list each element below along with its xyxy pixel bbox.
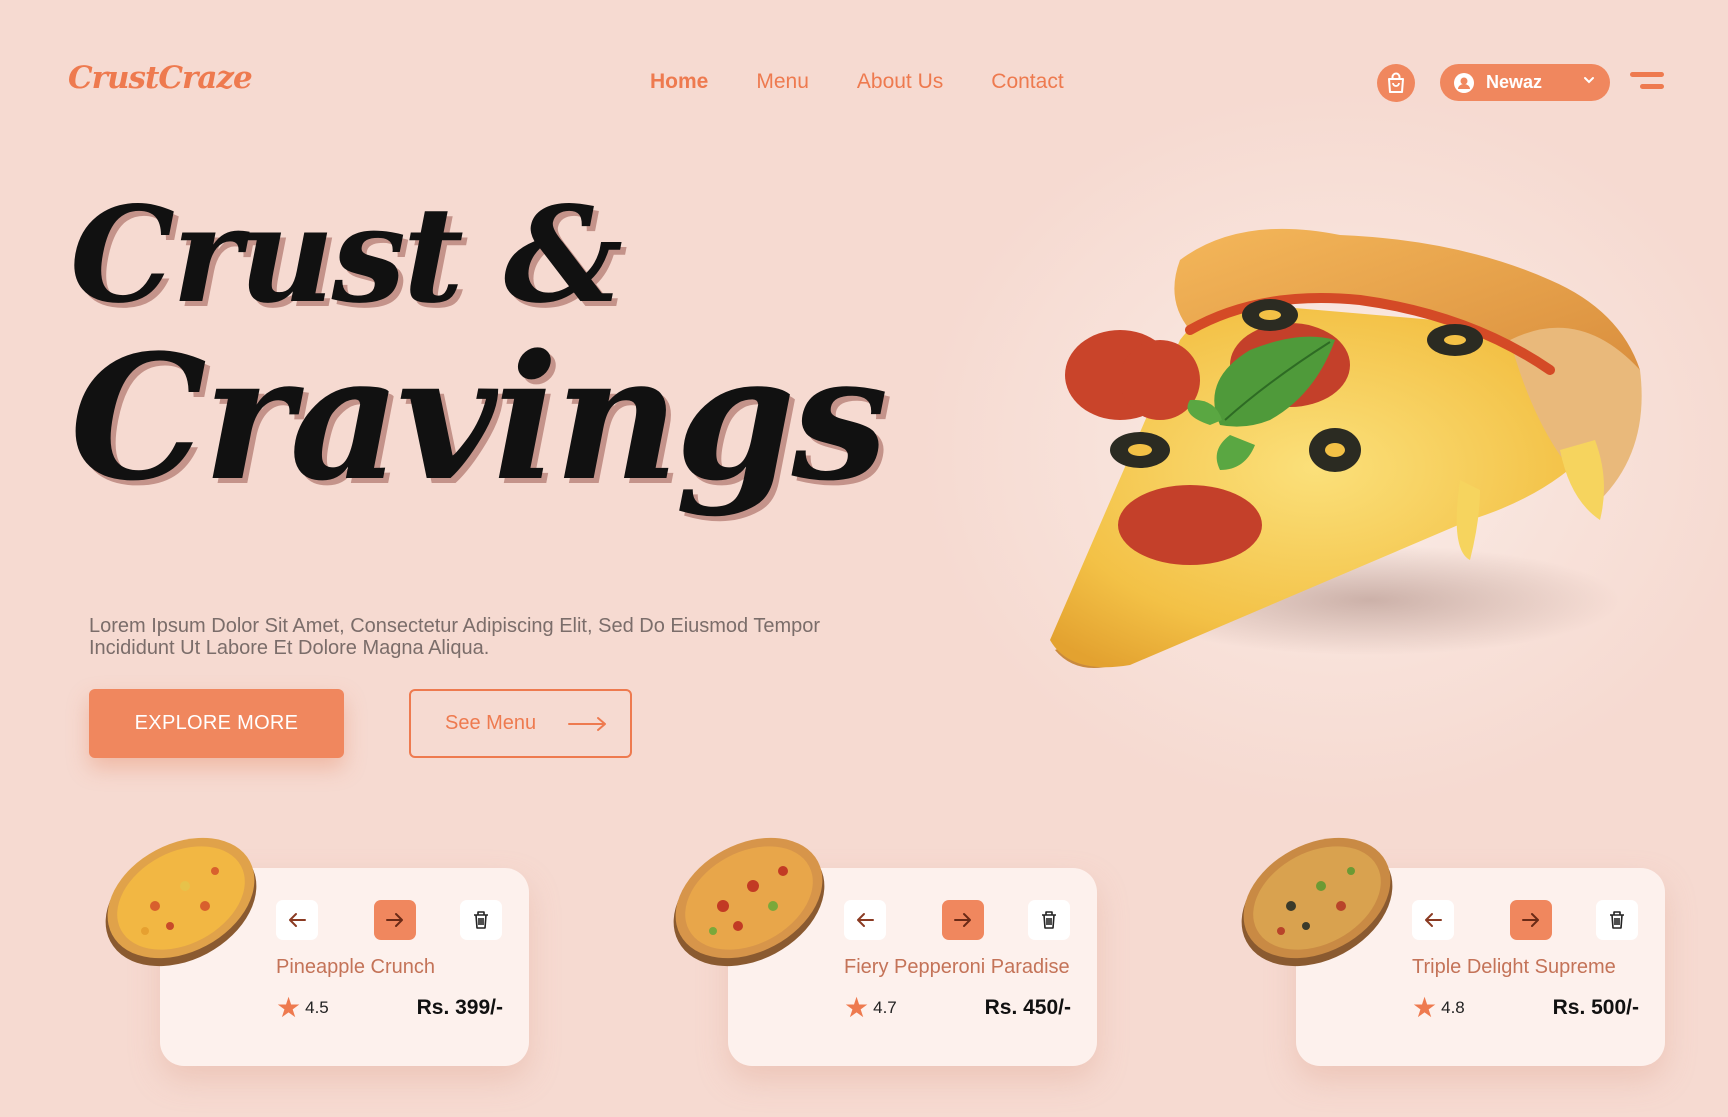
pizza-image [673,837,825,967]
explore-more-button[interactable]: EXPLORE MORE [89,689,344,758]
product-rating: ★ 4.8 [1412,994,1465,1022]
hero-title-line2: Cravings [70,316,888,519]
product-name: Triple Delight Supreme [1412,956,1616,978]
user-dropdown[interactable]: Newaz [1440,64,1610,101]
product-card[interactable]: Pineapple Crunch ★ 4.5 Rs. 399/- [105,837,529,1066]
brand-logo[interactable]: CrustCraze [68,60,253,96]
product-rating: ★ 4.5 [276,994,329,1022]
delete-button[interactable] [460,900,502,940]
trash-icon [474,911,488,929]
next-button[interactable] [1510,900,1552,940]
see-menu-button[interactable]: See Menu [409,689,632,758]
star-icon: ★ [844,992,870,1023]
next-button[interactable] [374,900,416,940]
arrow-left-icon [289,913,306,927]
product-name: Fiery Pepperoni Paradise [844,956,1070,978]
nav-about-us[interactable]: About Us [857,70,943,94]
nav-menu[interactable]: Menu [756,70,809,94]
nav-contact[interactable]: Contact [991,70,1063,94]
arrow-right-icon [954,913,971,927]
arrow-right-icon [568,717,606,731]
product-rating: ★ 4.7 [844,994,897,1022]
star-icon: ★ [276,992,302,1023]
previous-button[interactable] [844,900,886,940]
cart-button[interactable] [1377,64,1415,102]
product-card[interactable]: Fiery Pepperoni Paradise ★ 4.7 Rs. 450/- [673,837,1097,1066]
shopping-bag-icon [1388,72,1404,93]
hero-title: Crust & Cravings [70,178,888,519]
arrow-left-icon [857,913,874,927]
star-icon: ★ [1412,992,1438,1023]
pizza-image [105,837,257,967]
product-price: Rs. 399/- [416,996,503,1019]
hamburger-menu-icon[interactable] [1630,72,1664,94]
user-name: Newaz [1486,72,1543,92]
product-name: Pineapple Crunch [276,956,435,978]
delete-button[interactable] [1596,900,1638,940]
arrow-right-icon [1522,913,1539,927]
next-button[interactable] [942,900,984,940]
hero-description: Lorem Ipsum Dolor Sit Amet, Consectetur … [89,615,821,659]
rating-value: 4.7 [873,998,897,1017]
chevron-down-icon [1584,77,1594,84]
product-price: Rs. 500/- [1552,996,1639,1019]
product-price: Rs. 450/- [984,996,1071,1019]
delete-button[interactable] [1028,900,1070,940]
arrow-left-icon [1425,913,1442,927]
user-icon [1454,72,1474,93]
previous-button[interactable] [276,900,318,940]
pizza-slice-image [1050,228,1642,668]
nav-home[interactable]: Home [650,70,708,94]
landing-page: CrustCraze Home Menu About Us Contact Ne… [0,0,1728,1117]
main-nav: Home Menu About Us Contact [650,70,1064,94]
hero-title-line1: Crust & [70,178,623,333]
trash-icon [1042,911,1056,929]
previous-button[interactable] [1412,900,1454,940]
product-card[interactable]: Triple Delight Supreme ★ 4.8 Rs. 500/- [1241,837,1665,1066]
trash-icon [1610,911,1624,929]
rating-value: 4.5 [305,998,329,1017]
arrow-right-icon [386,913,403,927]
rating-value: 4.8 [1441,998,1465,1017]
pizza-image [1241,837,1393,967]
see-menu-label: See Menu [445,712,537,734]
